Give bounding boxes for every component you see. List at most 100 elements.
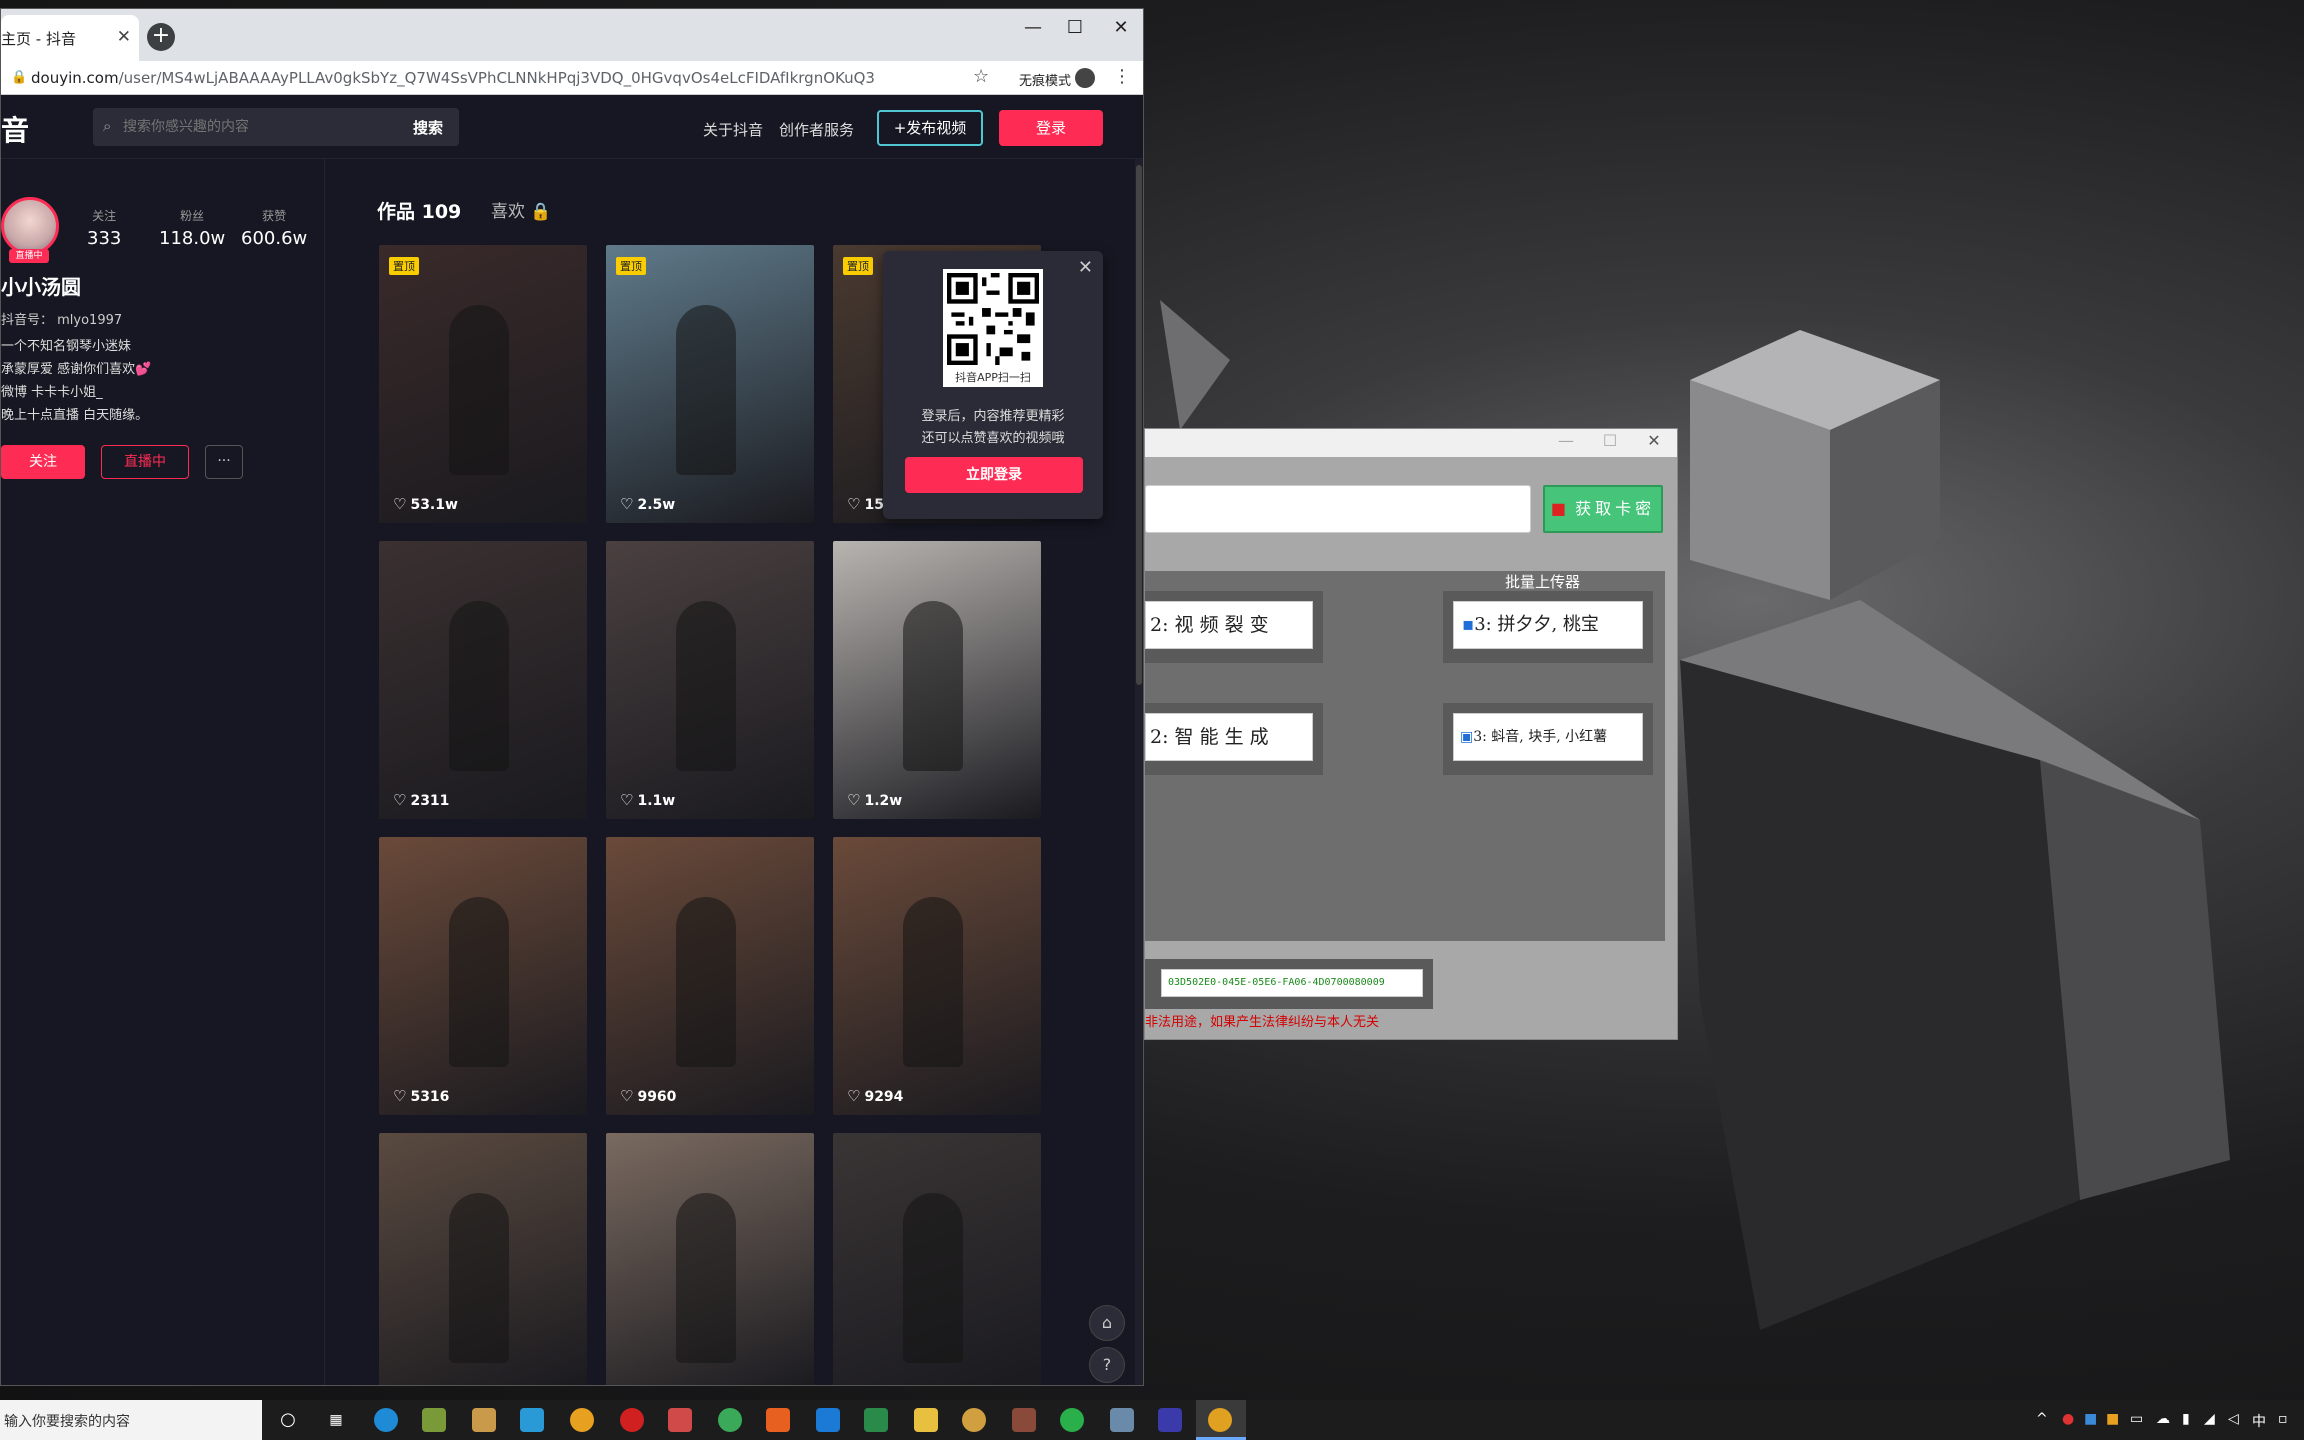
wechat-icon[interactable] <box>1060 1408 1084 1432</box>
video-card[interactable] <box>606 1133 814 1385</box>
chrome-icon[interactable] <box>1208 1408 1232 1432</box>
popup-close-icon[interactable]: ✕ <box>1078 257 1093 278</box>
app-icon[interactable] <box>766 1408 790 1432</box>
tool-group: ▪3: 拼夕夕, 桃宝 <box>1443 591 1653 663</box>
file-explorer-icon[interactable] <box>914 1408 938 1432</box>
video-card[interactable]: 置顶 ♡ 53.1w <box>379 245 587 523</box>
live-button[interactable]: 直播中 <box>101 445 189 479</box>
video-card[interactable]: ♡ 5316 <box>379 837 587 1115</box>
video-likes: ♡ 53.1w <box>393 495 458 513</box>
card-key-input[interactable] <box>1145 485 1531 533</box>
new-tab-button[interactable]: + <box>147 23 175 51</box>
url-text[interactable]: douyin.com/user/MS4wLjABAAAAyPLLAv0gkSbY… <box>31 69 875 87</box>
app-icon[interactable] <box>962 1408 986 1432</box>
video-card[interactable] <box>379 1133 587 1385</box>
video-card[interactable]: ♡ 1.1w <box>606 541 814 819</box>
app-icon[interactable] <box>718 1408 742 1432</box>
task-view-icon[interactable]: ▦ <box>324 1408 348 1432</box>
profile-name: 小小汤圆 <box>1 275 81 299</box>
bio-line: 微博 卡卡卡小姐_ <box>1 385 103 400</box>
tab-close-icon[interactable]: ✕ <box>117 27 131 47</box>
cloud-icon[interactable]: ☁ <box>2156 1411 2170 1427</box>
search-input[interactable] <box>123 116 373 138</box>
record-icon[interactable] <box>620 1408 644 1432</box>
video-split-button[interactable]: 2: 视 频 裂 变 <box>1145 601 1313 649</box>
smart-generate-button[interactable]: 2: 智 能 生 成 <box>1145 713 1313 761</box>
platform-upload-button[interactable]: ▣3: 蚪音, 块手, 小红薯 <box>1453 713 1643 761</box>
edge-icon[interactable] <box>374 1408 398 1432</box>
login-button[interactable]: 登录 <box>999 110 1103 146</box>
pdd-taobao-button[interactable]: ▪3: 拼夕夕, 桃宝 <box>1453 601 1643 649</box>
video-card[interactable]: 置顶 ♡ 2.5w <box>606 245 814 523</box>
tray-icon[interactable]: ■ <box>2106 1411 2119 1427</box>
stat-following[interactable]: 关注 333 <box>87 207 121 249</box>
minimize-button[interactable]: — <box>1013 17 1053 38</box>
pdd-taobao-label: 3: 拼夕夕, 桃宝 <box>1474 614 1599 635</box>
bookmark-star-icon[interactable]: ☆ <box>973 66 989 87</box>
app-icon[interactable] <box>864 1408 888 1432</box>
stat-value: 333 <box>87 228 122 249</box>
tool-maximize-button[interactable]: ☐ <box>1595 431 1625 450</box>
ime-indicator[interactable]: 中 <box>2252 1411 2266 1431</box>
tray-icon[interactable]: ■ <box>2084 1411 2097 1427</box>
tray-expand-icon[interactable]: ^ <box>2036 1411 2048 1427</box>
login-now-button[interactable]: 立即登录 <box>905 457 1083 493</box>
url-path: /user/MS4wLjABAAAAyPLLAv0gkSbYz_Q7W4SsVP… <box>118 69 875 87</box>
app-icon[interactable] <box>816 1408 840 1432</box>
app-icon[interactable] <box>472 1408 496 1432</box>
app-icon[interactable] <box>1110 1408 1134 1432</box>
douyin-logo[interactable]: 音 <box>1 109 29 149</box>
video-thumbnail <box>903 1193 963 1363</box>
maximize-button[interactable]: ☐ <box>1055 17 1095 38</box>
heart-icon: ♡ <box>620 495 634 513</box>
video-thumbnail <box>676 305 736 475</box>
tab-works[interactable]: 作品 109 <box>377 197 461 224</box>
volume-icon[interactable]: ◁ <box>2228 1411 2239 1427</box>
publish-video-button[interactable]: +发布视频 <box>877 110 983 146</box>
creator-service-link[interactable]: 创作者服务 <box>779 119 854 140</box>
address-bar[interactable]: 🔒 douyin.com/user/MS4wLjABAAAAyPLLAv0gkS… <box>1 61 1143 95</box>
live-badge: 直播中 <box>9 249 49 263</box>
app-icon[interactable] <box>668 1408 692 1432</box>
app-icon[interactable] <box>570 1408 594 1432</box>
video-card[interactable] <box>833 1133 1041 1385</box>
heart-icon: ♡ <box>393 1087 407 1105</box>
app-icon[interactable] <box>1158 1408 1182 1432</box>
incognito-icon[interactable] <box>1075 68 1095 88</box>
stat-followers[interactable]: 粉丝 118.0w <box>159 207 225 249</box>
panel-title: 批量上传器 <box>1505 573 1581 591</box>
tray-icon[interactable]: ▫ <box>2278 1411 2288 1427</box>
close-window-button[interactable]: ✕ <box>1101 17 1141 38</box>
tab-strip: 主页 - 抖音 ✕ + — ☐ ✕ <box>1 9 1143 61</box>
tool-close-button[interactable]: ✕ <box>1639 431 1669 450</box>
tab-likes[interactable]: 喜欢 🔒 <box>491 197 552 222</box>
app-icon[interactable] <box>1012 1408 1036 1432</box>
search-button[interactable]: 搜索 <box>413 117 443 138</box>
tool-title-bar[interactable]: — ☐ ✕ <box>1145 429 1677 457</box>
heart-icon: ♡ <box>847 495 861 513</box>
taskbar-search[interactable]: 输入你要搜索的内容 <box>0 1400 262 1440</box>
tool-minimize-button[interactable]: — <box>1551 431 1581 450</box>
video-card[interactable]: ♡ 9960 <box>606 837 814 1115</box>
scrollbar-thumb[interactable] <box>1136 165 1142 685</box>
video-card[interactable]: ♡ 2311 <box>379 541 587 819</box>
more-button[interactable]: ··· <box>205 445 243 479</box>
help-icon[interactable]: ? <box>1089 1347 1125 1383</box>
wardrobe-icon[interactable]: ⌂ <box>1089 1305 1125 1341</box>
app-icon[interactable] <box>422 1408 446 1432</box>
tray-icon[interactable]: ● <box>2062 1411 2074 1427</box>
browser-menu-icon[interactable]: ⋮ <box>1113 66 1131 87</box>
video-card[interactable]: ♡ 1.2w <box>833 541 1041 819</box>
network-icon[interactable]: ◢ <box>2204 1411 2215 1427</box>
app-icon[interactable] <box>520 1408 544 1432</box>
cortana-icon[interactable]: ○ <box>276 1408 300 1432</box>
mic-icon[interactable]: ▮ <box>2182 1411 2190 1427</box>
follow-button[interactable]: 关注 <box>1 445 85 479</box>
machine-code-field[interactable]: 03D502E0-045E-05E6-FA06-4D0700080009 <box>1161 969 1423 997</box>
video-card[interactable]: ♡ 9294 <box>833 837 1041 1115</box>
get-key-button[interactable]: ■ 获取卡密 <box>1543 485 1663 533</box>
browser-tab[interactable]: 主页 - 抖音 ✕ <box>1 15 139 61</box>
avatar[interactable] <box>1 197 59 255</box>
about-douyin-link[interactable]: 关于抖音 <box>703 119 763 140</box>
tray-icon[interactable]: ▭ <box>2130 1411 2143 1427</box>
